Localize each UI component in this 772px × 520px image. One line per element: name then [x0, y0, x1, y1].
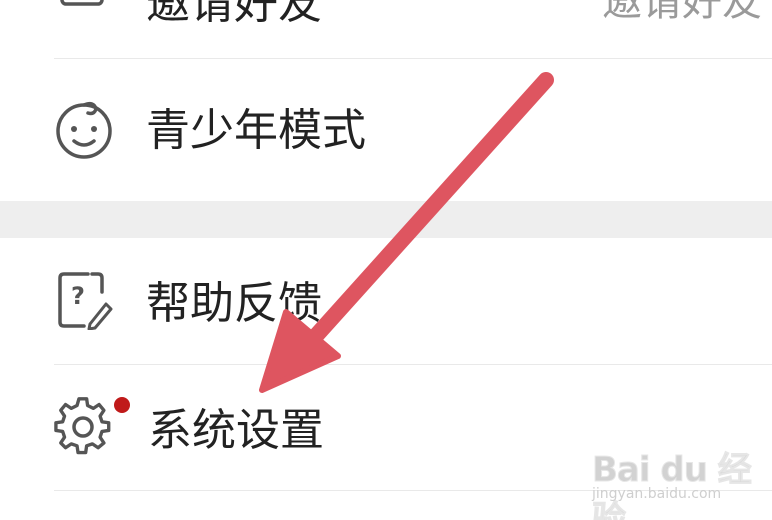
menu-item-teen-mode[interactable]: 青少年模式	[0, 59, 772, 201]
menu-item-help[interactable]: ? 帮助反馈	[0, 238, 772, 364]
watermark-url: jingyan.baidu.com	[592, 486, 722, 502]
menu-item-teen-mode-label: 青少年模式	[146, 105, 366, 156]
svg-text:?: ?	[71, 282, 85, 310]
gear-icon	[54, 397, 111, 455]
baby-face-icon	[56, 101, 112, 159]
section-gap	[0, 201, 772, 238]
menu-item-invite[interactable]: 邀请好友 邀请好友	[0, 0, 772, 58]
menu-item-invite-value: 邀请好友	[602, 0, 762, 25]
help-feedback-icon: ?	[58, 272, 113, 330]
menu-item-help-label: 帮助反馈	[146, 278, 322, 329]
baidu-jingyan-watermark: Bai du 经验 jingyan.baidu.com	[592, 438, 762, 520]
menu-item-invite-label: 邀请好友	[146, 0, 322, 29]
watermark-logo: Bai du 经验	[592, 450, 753, 520]
settings-menu-screen: 邀请好友 邀请好友 青少年模式 ? 帮助反馈 系统设置 Bai du 经验 ji…	[0, 0, 772, 520]
menu-item-settings-label: 系统设置	[148, 405, 324, 456]
notification-dot	[114, 397, 130, 413]
invite-envelope-icon	[60, 0, 104, 6]
